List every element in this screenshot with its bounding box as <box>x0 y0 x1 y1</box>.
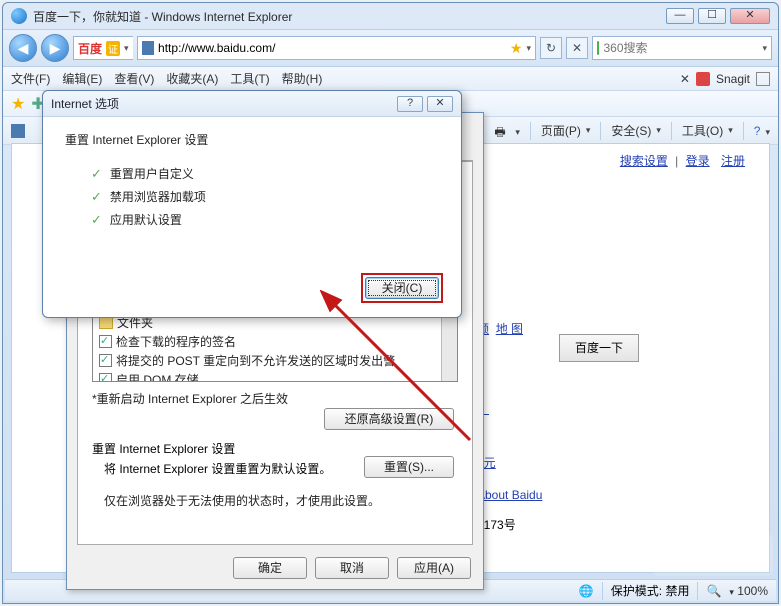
page-menu[interactable]: 页面(P) <box>541 122 591 139</box>
minimize-button[interactable]: — <box>666 8 694 24</box>
baidu-top-links: 搜索设置 | 登录 注册 <box>616 152 749 169</box>
refresh-button[interactable]: ↻ <box>540 37 562 59</box>
tools-menu[interactable]: 工具(O) <box>682 122 733 139</box>
menu-edit[interactable]: 编辑(E) <box>62 70 102 87</box>
close-button-highlight: 关闭(C) <box>361 273 443 303</box>
reset-button[interactable]: 重置(S)... <box>364 456 454 478</box>
internet-zone-icon: 🌐 <box>579 584 594 598</box>
url-input[interactable] <box>158 41 506 55</box>
checkbox-post-redirect[interactable] <box>99 354 112 367</box>
close-dialog-button[interactable]: 关闭(C) <box>365 277 439 299</box>
titlebar: 百度一下，你就知道 - Windows Internet Explorer — … <box>3 3 778 29</box>
check-icon: ✓ <box>91 189 102 205</box>
protected-mode-label: 保护模式: 禁用 <box>611 582 690 599</box>
link-about-baidu[interactable]: About Baidu <box>477 488 542 502</box>
baidu-segment[interactable]: 百度 证 ▾ <box>73 36 133 60</box>
zoom-level[interactable]: ▾ 100% <box>729 584 768 598</box>
help-cmd-button[interactable]: ? <box>754 124 770 138</box>
reset-item-3: ✓应用默认设置 <box>65 208 439 231</box>
link-search-settings[interactable]: 搜索设置 <box>620 154 668 168</box>
ok-button[interactable]: 确定 <box>233 557 307 579</box>
site-icon <box>142 41 155 55</box>
watermark <box>653 534 773 576</box>
print-icon: 🖶 <box>494 123 510 139</box>
reset-group-text: 将 Internet Explorer 设置重置为默认设置。 <box>104 460 331 477</box>
menu-view[interactable]: 查看(V) <box>114 70 154 87</box>
ie-icon <box>11 8 27 24</box>
menu-favorites[interactable]: 收藏夹(A) <box>166 70 218 87</box>
checkbox-dom-storage[interactable] <box>99 373 112 382</box>
reset-item-2: ✓禁用浏览器加载项 <box>65 185 439 208</box>
search-input[interactable] <box>603 41 758 55</box>
baidu-search-button[interactable]: 百度一下 <box>559 334 639 362</box>
reset-dialog-title: Internet 选项 <box>51 95 393 112</box>
close-button[interactable]: ✕ <box>730 8 770 24</box>
window-title: 百度一下，你就知道 - Windows Internet Explorer <box>33 8 666 25</box>
print-button[interactable]: 🖶 <box>494 123 520 139</box>
restore-advanced-button[interactable]: 还原高级设置(R) <box>324 408 454 430</box>
close-toolbar-icon[interactable]: ✕ <box>680 72 690 86</box>
menu-help[interactable]: 帮助(H) <box>282 70 323 87</box>
favorite-star-icon[interactable]: ★ <box>510 40 523 57</box>
search-provider-icon <box>597 41 599 55</box>
cancel-button[interactable]: 取消 <box>315 557 389 579</box>
reset-group-title: 重置 Internet Explorer 设置 <box>92 440 235 457</box>
link-map[interactable]: 地 图 <box>496 322 523 336</box>
menu-tools[interactable]: 工具(T) <box>230 70 269 87</box>
search-box[interactable]: ▾ <box>592 36 772 60</box>
navigation-bar: ◀ ▶ 百度 证 ▾ ★ ▾ ↻ ✕ ▾ <box>3 29 778 67</box>
zoom-icon[interactable]: 🔍 <box>706 584 721 598</box>
reset-dialog-lead: 重置 Internet Explorer 设置 <box>65 131 439 148</box>
folder-icon <box>99 317 113 329</box>
dialog-close-button[interactable]: ✕ <box>427 96 453 112</box>
cert-badge: 证 <box>106 41 120 56</box>
menu-file[interactable]: 文件(F) <box>11 70 50 87</box>
stop-button[interactable]: ✕ <box>566 37 588 59</box>
reset-ie-dialog: Internet 选项 ? ✕ 重置 Internet Explorer 设置 … <box>42 90 462 318</box>
favorites-star-icon[interactable]: ★ <box>11 94 25 114</box>
reset-item-1: ✓重置用户自定义 <box>65 162 439 185</box>
address-bar[interactable]: ★ ▾ <box>137 36 536 60</box>
snagit-label[interactable]: Snagit <box>716 72 750 86</box>
check-icon: ✓ <box>91 212 102 228</box>
safety-menu[interactable]: 安全(S) <box>611 122 661 139</box>
reset-dialog-header: Internet 选项 ? ✕ <box>43 91 461 117</box>
check-icon: ✓ <box>91 166 102 182</box>
tab-icon <box>11 124 25 138</box>
back-button[interactable]: ◀ <box>9 34 37 62</box>
checkbox-signature[interactable] <box>99 335 112 348</box>
snagit-icon <box>696 72 710 86</box>
help-icon: ? <box>754 124 761 138</box>
menu-bar: 文件(F) 编辑(E) 查看(V) 收藏夹(A) 工具(T) 帮助(H) ✕ S… <box>3 67 778 91</box>
maximize-button[interactable]: ☐ <box>698 8 726 24</box>
reset-hint: 仅在浏览器处于无法使用的状态时，才使用此设置。 <box>104 492 380 509</box>
baidu-label: 百度 <box>78 40 102 57</box>
restart-note: *重新启动 Internet Explorer 之后生效 <box>92 390 288 407</box>
link-register[interactable]: 注册 <box>721 154 745 168</box>
snagit-extra-icon[interactable] <box>756 72 770 86</box>
forward-button[interactable]: ▶ <box>41 34 69 62</box>
link-login[interactable]: 登录 <box>686 154 710 168</box>
apply-button[interactable]: 应用(A) <box>397 557 471 579</box>
opt-post: 将提交的 POST 重定向到不允许发送的区域时发出警 <box>116 352 395 369</box>
opt-signature: 检查下载的程序的签名 <box>116 333 236 350</box>
opt-dom: 启用 DOM 存储 <box>116 371 199 382</box>
dialog-help-button[interactable]: ? <box>397 96 423 112</box>
